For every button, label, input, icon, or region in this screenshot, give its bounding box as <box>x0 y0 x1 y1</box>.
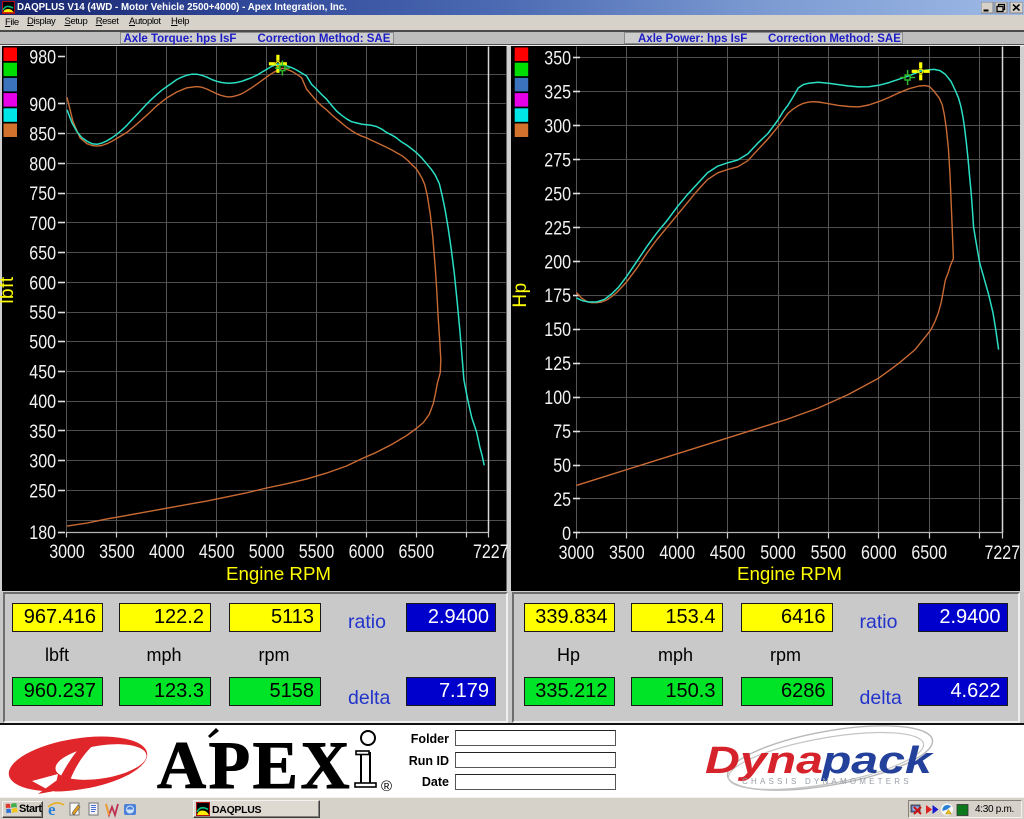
svg-text:7227: 7227 <box>473 542 509 563</box>
svg-text:6500: 6500 <box>399 542 435 563</box>
svg-text:150: 150 <box>544 320 571 341</box>
svg-text:980: 980 <box>29 47 56 68</box>
svg-text:6500: 6500 <box>911 543 947 564</box>
svg-text:APEX: APEX <box>157 727 352 797</box>
svg-text:350: 350 <box>544 49 571 70</box>
svg-text:3500: 3500 <box>609 543 645 564</box>
svg-text:lbft: lbft <box>0 276 18 304</box>
svg-text:7227: 7227 <box>985 543 1021 564</box>
svg-text:250: 250 <box>544 184 571 205</box>
svg-text:4500: 4500 <box>199 542 235 563</box>
svg-text:3000: 3000 <box>49 542 85 563</box>
svg-text:4000: 4000 <box>149 542 185 563</box>
svg-text:300: 300 <box>29 452 56 473</box>
svg-text:Dyna: Dyna <box>705 740 823 782</box>
svg-text:800: 800 <box>29 154 56 175</box>
svg-text:180: 180 <box>29 523 56 544</box>
svg-text:100: 100 <box>544 388 571 409</box>
svg-text:175: 175 <box>544 286 571 307</box>
svg-text:4500: 4500 <box>710 543 746 564</box>
svg-text:200: 200 <box>544 252 571 273</box>
svg-text:Engine RPM: Engine RPM <box>737 563 842 584</box>
svg-text:25: 25 <box>553 490 571 511</box>
svg-text:5500: 5500 <box>811 543 847 564</box>
svg-text:0: 0 <box>562 524 571 545</box>
svg-text:600: 600 <box>29 273 56 294</box>
svg-text:900: 900 <box>29 95 56 116</box>
svg-text:3500: 3500 <box>99 542 135 563</box>
svg-text:4000: 4000 <box>659 543 695 564</box>
svg-text:400: 400 <box>29 392 56 413</box>
svg-text:850: 850 <box>29 125 56 146</box>
svg-text:75: 75 <box>553 422 571 443</box>
svg-text:5000: 5000 <box>249 542 285 563</box>
svg-text:5500: 5500 <box>299 542 335 563</box>
svg-text:350: 350 <box>29 422 56 443</box>
svg-text:250: 250 <box>29 481 56 502</box>
svg-text:Hp: Hp <box>510 282 531 307</box>
svg-text:325: 325 <box>544 82 571 103</box>
svg-text:50: 50 <box>553 456 571 477</box>
svg-text:6000: 6000 <box>861 543 897 564</box>
svg-text:pack: pack <box>821 740 934 782</box>
svg-text:450: 450 <box>29 363 56 384</box>
svg-text:650: 650 <box>29 244 56 265</box>
svg-text:5000: 5000 <box>760 543 796 564</box>
svg-text:700: 700 <box>29 214 56 235</box>
svg-text:225: 225 <box>544 218 571 239</box>
svg-text:Engine RPM: Engine RPM <box>226 563 331 584</box>
svg-text:500: 500 <box>29 333 56 354</box>
svg-text:6000: 6000 <box>349 542 385 563</box>
svg-text:125: 125 <box>544 354 571 375</box>
svg-text:CHASSIS DYNAMOMETERS: CHASSIS DYNAMOMETERS <box>742 777 912 786</box>
svg-text:550: 550 <box>29 303 56 324</box>
svg-text:300: 300 <box>544 116 571 137</box>
svg-text:275: 275 <box>544 150 571 171</box>
svg-text:750: 750 <box>29 184 56 205</box>
svg-text:3000: 3000 <box>559 543 595 564</box>
